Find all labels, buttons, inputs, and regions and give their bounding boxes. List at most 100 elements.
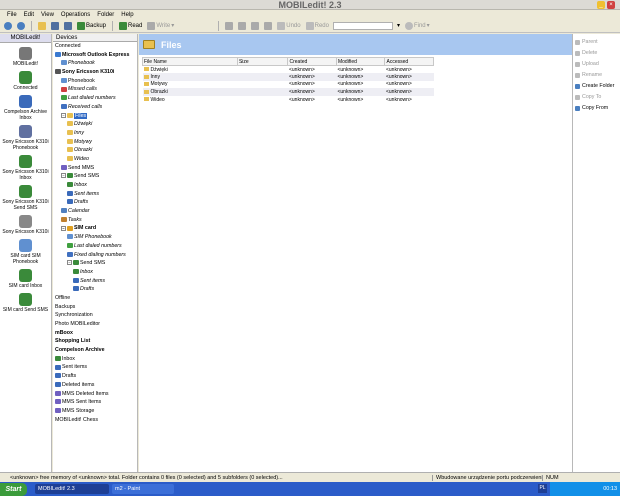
tree-node[interactable]: Last dialed numbers — [53, 94, 137, 103]
tree-node[interactable]: Received calls — [53, 103, 137, 112]
tree-node[interactable]: Sent items — [53, 363, 137, 372]
tree-node[interactable]: Phonebook — [53, 77, 137, 86]
column-header[interactable]: File Name — [142, 57, 238, 66]
tree-node[interactable]: Missed calls — [53, 85, 137, 94]
tree-node[interactable]: Inbox — [53, 181, 137, 190]
tree-node[interactable]: Sony Ericsson K310i — [53, 68, 137, 77]
tree-node[interactable]: Sent items — [53, 277, 137, 286]
start-button[interactable]: Start — [0, 482, 27, 496]
tree-node[interactable]: Backups — [53, 303, 137, 312]
tree-node[interactable]: Microsoft Outlook Express — [53, 51, 137, 60]
shortcut-item[interactable]: Sony Ericsson K310i Inbox — [0, 155, 51, 181]
close-button[interactable]: × — [607, 1, 615, 9]
tree-node[interactable]: Drafts — [53, 372, 137, 381]
tree-node[interactable]: Send MMS — [53, 164, 137, 173]
title-bar[interactable]: MOBILedit! 2.3 _ × — [0, 0, 620, 10]
shortcut-item[interactable]: SIM card Send SMS — [0, 293, 51, 313]
tree-node[interactable]: Drafts — [53, 285, 137, 294]
shortcut-item[interactable]: SIM card Inbox — [0, 269, 51, 289]
tree-node[interactable]: Offline — [53, 294, 137, 303]
combo-dropdown[interactable]: ▾ — [396, 20, 401, 31]
undo-button[interactable]: Undo — [276, 20, 301, 31]
copy-button[interactable] — [237, 20, 247, 31]
table-row[interactable]: Inny <unknown> <unknown> <unknown> — [142, 73, 434, 81]
action-item[interactable]: Delete — [573, 48, 620, 59]
action-item[interactable]: Create Folder — [573, 81, 620, 92]
read-button[interactable]: Read — [118, 20, 143, 31]
backup-button[interactable]: Backup — [76, 20, 107, 31]
table-row[interactable]: Obrazki <unknown> <unknown> <unknown> — [142, 88, 434, 96]
shortcut-item[interactable]: SIM card SIM Phonebook — [0, 239, 51, 265]
tree-node[interactable]: Fixed dialing numbers — [53, 251, 137, 260]
tree-node[interactable]: Synchronization — [53, 311, 137, 320]
tree-node[interactable]: Dźwięki — [53, 120, 137, 129]
forward-button[interactable] — [16, 20, 26, 31]
tree-node[interactable]: Photo MOBILeditor — [53, 320, 137, 329]
collapse-icon[interactable]: − — [61, 112, 66, 118]
tree-node[interactable]: MMS Sent Items — [53, 398, 137, 407]
tree-node[interactable]: Phonebook — [53, 59, 137, 68]
tree-node[interactable]: MMS Storage — [53, 407, 137, 416]
tree-node[interactable]: MMS Deleted Items — [53, 390, 137, 399]
tree-node[interactable]: Sent items — [53, 190, 137, 199]
tree-node[interactable]: − SIM card — [53, 224, 137, 233]
tree-node[interactable]: Wideo — [53, 155, 137, 164]
menu-view[interactable]: View — [41, 12, 54, 18]
action-item[interactable]: Parent — [573, 37, 620, 48]
action-item[interactable]: Copy From — [573, 103, 620, 114]
tree-node[interactable]: Inbox — [53, 268, 137, 277]
tree-node[interactable]: Tasks — [53, 216, 137, 225]
tree-node[interactable]: Shopping List — [53, 337, 137, 346]
column-header[interactable]: Accessed — [384, 57, 434, 66]
shortcut-item[interactable]: MOBILedit! — [0, 47, 51, 67]
action-item[interactable]: Rename — [573, 70, 620, 81]
collapse-icon[interactable]: − — [61, 173, 66, 179]
tree-node[interactable]: Connected — [53, 42, 137, 51]
table-row[interactable]: Motywy <unknown> <unknown> <unknown> — [143, 81, 434, 89]
tree-node[interactable]: Obrazki — [53, 146, 137, 155]
minimize-button[interactable]: _ — [597, 1, 605, 9]
write-button[interactable]: Write ▾ — [146, 20, 175, 31]
task-mobiledit[interactable]: MOBILedit! 2.3 — [35, 484, 109, 494]
delete-button[interactable] — [263, 20, 273, 31]
action-item[interactable]: Copy To — [573, 92, 620, 103]
tree-node[interactable]: Inbox — [53, 355, 137, 364]
tree-node[interactable]: mBoox — [53, 329, 137, 338]
tree-node[interactable]: SIM Phonebook — [53, 233, 137, 242]
menu-edit[interactable]: Edit — [24, 12, 34, 18]
back-button[interactable] — [3, 20, 13, 31]
collapse-icon[interactable]: − — [61, 225, 66, 231]
tree-node[interactable]: − Files — [53, 112, 137, 121]
tree-node[interactable]: − Send SMS — [53, 172, 137, 181]
table-row[interactable]: Wideo <unknown> <unknown> <unknown> — [143, 96, 434, 104]
shortcut-item[interactable]: Compelson Archive Inbox — [0, 95, 51, 121]
collapse-icon[interactable]: − — [67, 260, 72, 266]
redo-button[interactable]: Redo — [305, 20, 330, 31]
tree-node[interactable]: MOBILedit! Chess — [53, 416, 137, 425]
tree-node[interactable]: Deleted items — [53, 381, 137, 390]
paste-button[interactable] — [250, 20, 260, 31]
shortcut-item[interactable]: Sony Ericsson K310i — [0, 215, 51, 235]
action-item[interactable]: Upload — [573, 59, 620, 70]
find-button[interactable]: Find ▾ — [404, 20, 431, 31]
tree-node[interactable]: Compelson Archive — [53, 346, 137, 355]
menu-help[interactable]: Help — [121, 12, 133, 18]
tree-node[interactable]: Calendar — [53, 207, 137, 216]
menu-folder[interactable]: Folder — [97, 12, 114, 18]
table-row[interactable]: Dźwięki <unknown> <unknown> <unknown> — [143, 66, 434, 74]
save-as-button[interactable] — [63, 20, 73, 31]
menu-operations[interactable]: Operations — [61, 12, 90, 18]
column-header[interactable]: Size — [236, 57, 289, 66]
save-button[interactable] — [50, 20, 60, 31]
tree-node[interactable]: Drafts — [53, 198, 137, 207]
search-combo[interactable] — [332, 21, 393, 30]
language-indicator[interactable]: PL — [538, 484, 547, 493]
open-button[interactable] — [37, 20, 47, 31]
cut-button[interactable] — [224, 20, 234, 31]
tree-node[interactable]: Last dialed numbers — [53, 242, 137, 251]
shortcut-item[interactable]: Connected — [0, 71, 51, 91]
task-paint[interactable]: m2 - Paint — [112, 484, 174, 494]
tree-node[interactable]: Motywy — [53, 138, 137, 147]
tree-node[interactable]: Inny — [53, 129, 137, 138]
menu-file[interactable]: File — [7, 12, 17, 18]
